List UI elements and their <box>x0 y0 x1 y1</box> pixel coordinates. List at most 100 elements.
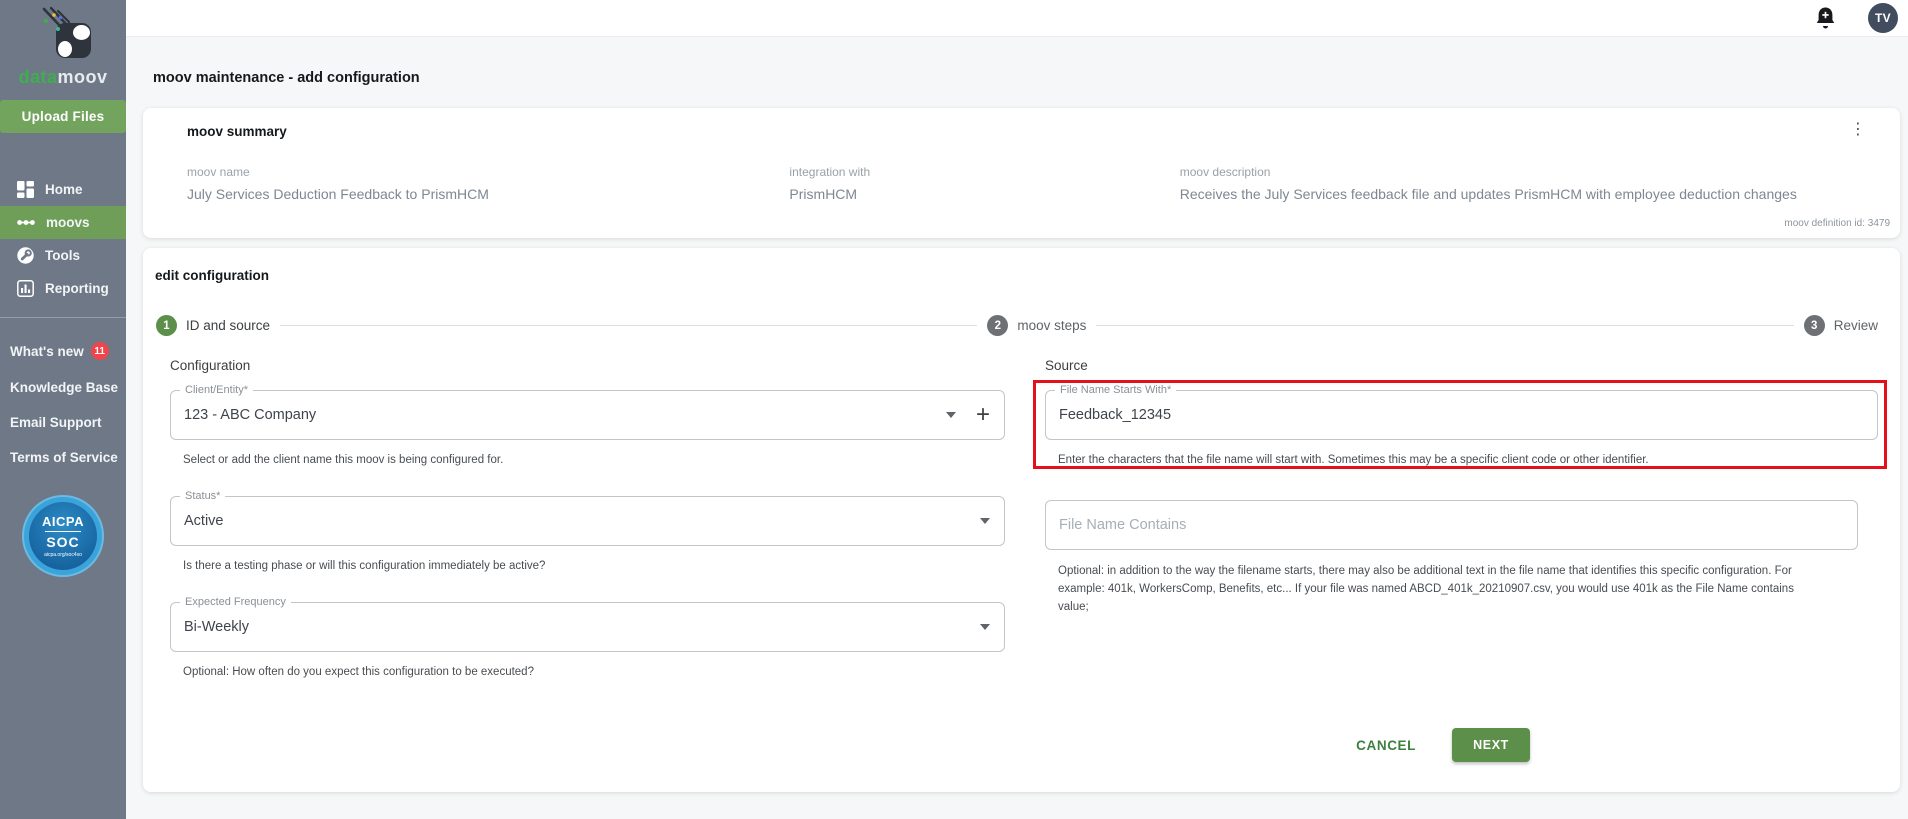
soc-badge-rule <box>45 531 81 532</box>
dropdown-caret-icon[interactable] <box>980 518 990 524</box>
sidebar: datamoov Upload Files Home moovs <box>0 0 126 819</box>
cancel-button[interactable]: CANCEL <box>1356 738 1416 753</box>
whats-new-count-badge: 11 <box>91 342 109 360</box>
link-label: What's new <box>10 344 84 359</box>
step-moov-steps[interactable]: 2 moov steps <box>987 315 1086 336</box>
stepper-connector <box>280 325 977 327</box>
client-entity-field[interactable]: Client/Entity* + <box>170 390 1005 440</box>
wizard-actions: CANCEL NEXT <box>1356 728 1530 762</box>
configuration-heading: Configuration <box>170 358 1005 373</box>
sidebar-item-moovs[interactable]: moovs <box>0 206 126 239</box>
link-whats-new[interactable]: What's new 11 <box>0 332 126 370</box>
wordmark-moov: moov <box>58 67 108 87</box>
step-label: Review <box>1834 318 1878 333</box>
app-logo: datamoov <box>0 0 126 87</box>
step-number: 3 <box>1804 315 1825 336</box>
expected-frequency-helper: Optional: How often do you expect this c… <box>183 664 1005 680</box>
home-grid-icon <box>17 181 34 198</box>
file-name-contains-group: Optional: in addition to the way the fil… <box>1045 500 1878 616</box>
sidebar-item-label: Reporting <box>45 281 109 296</box>
summary-field-label: moov description <box>1180 165 1884 179</box>
file-name-starts-with-group: File Name Starts With* Enter the charact… <box>1045 390 1878 468</box>
add-client-button[interactable]: + <box>976 403 990 427</box>
file-name-starts-with-helper: Enter the characters that the file name … <box>1058 452 1878 468</box>
sidebar-item-label: Home <box>45 182 83 197</box>
wordmark: datamoov <box>0 67 126 87</box>
summary-field-moov-description: moov description Receives the July Servi… <box>1180 165 1884 202</box>
page-title: moov maintenance - add configuration <box>153 70 1900 86</box>
step-review[interactable]: 3 Review <box>1804 315 1878 336</box>
reporting-chart-icon <box>17 280 34 297</box>
status-helper: Is there a testing phase or will this co… <box>183 558 1005 574</box>
status-input[interactable] <box>184 513 970 529</box>
summary-field-grid: moov name July Services Deduction Feedba… <box>187 165 1884 202</box>
aicpa-soc-badge-inner: AICPA SOC aicpa.org/soc4so <box>29 502 97 570</box>
step-label: moov steps <box>1017 318 1086 333</box>
moov-summary-card: moov summary ⋮ moov name July Services D… <box>143 108 1900 238</box>
main-area: TV moov maintenance - add configuration … <box>126 0 1908 819</box>
sidebar-item-label: moovs <box>46 215 90 230</box>
file-name-starts-with-field[interactable]: File Name Starts With* <box>1045 390 1878 440</box>
link-terms-of-service[interactable]: Terms of Service <box>0 440 126 475</box>
step-number: 1 <box>156 315 177 336</box>
topbar: TV <box>126 0 1908 37</box>
link-label: Terms of Service <box>10 450 118 465</box>
client-entity-group: Client/Entity* + Select or add the clien… <box>170 390 1005 468</box>
aicpa-soc-badge[interactable]: AICPA SOC aicpa.org/soc4so <box>22 495 104 577</box>
link-knowledge-base[interactable]: Knowledge Base <box>0 370 126 405</box>
moovs-dots-icon <box>17 214 35 231</box>
file-name-contains-helper: Optional: in addition to the way the fil… <box>1058 562 1823 616</box>
soc-badge-subtitle: SOC <box>46 534 79 550</box>
link-label: Knowledge Base <box>10 380 118 395</box>
page-content: moov maintenance - add configuration moo… <box>126 37 1908 819</box>
summary-card-title: moov summary <box>187 124 1884 139</box>
datamoov-logo-icon <box>32 6 94 62</box>
step-id-and-source[interactable]: 1 ID and source <box>156 315 270 336</box>
kebab-menu-icon[interactable]: ⋮ <box>1850 122 1866 138</box>
sidebar-item-home[interactable]: Home <box>0 173 126 206</box>
sidebar-item-label: Tools <box>45 248 80 263</box>
expected-frequency-group: Expected Frequency Optional: How often d… <box>170 602 1005 680</box>
dropdown-caret-icon[interactable] <box>946 412 956 418</box>
sidebar-nav: Home moovs Tools <box>0 173 126 305</box>
link-label: Email Support <box>10 415 102 430</box>
summary-field-value: July Services Deduction Feedback to Pris… <box>187 186 789 202</box>
summary-field-moov-name: moov name July Services Deduction Feedba… <box>187 165 789 202</box>
expected-frequency-label: Expected Frequency <box>180 596 291 608</box>
sidebar-item-reporting[interactable]: Reporting <box>0 272 126 305</box>
summary-field-value: PrismHCM <box>789 186 1179 202</box>
edit-configuration-card: edit configuration 1 ID and source 2 moo… <box>143 248 1900 792</box>
tools-wrench-icon <box>17 247 34 264</box>
expected-frequency-input[interactable] <box>184 619 970 635</box>
wizard-stepper: 1 ID and source 2 moov steps 3 Review <box>156 315 1878 336</box>
next-button[interactable]: NEXT <box>1452 728 1530 762</box>
source-column: Source File Name Starts With* Enter the … <box>1045 358 1882 708</box>
sidebar-item-tools[interactable]: Tools <box>0 239 126 272</box>
status-group: Status* Is there a testing phase or will… <box>170 496 1005 574</box>
notification-bell-add-icon <box>1815 6 1836 30</box>
wizard-form: Configuration Client/Entity* + Select or… <box>170 358 1882 708</box>
status-label: Status* <box>180 490 225 502</box>
sidebar-divider <box>0 317 126 318</box>
file-name-starts-with-input[interactable] <box>1059 407 1863 423</box>
file-name-contains-input[interactable] <box>1059 517 1843 533</box>
moov-definition-id: moov definition id: 3479 <box>1784 218 1890 229</box>
summary-field-value: Receives the July Services feedback file… <box>1180 186 1884 202</box>
wordmark-data: data <box>18 67 57 87</box>
edit-card-title: edit configuration <box>155 268 1900 283</box>
client-entity-input[interactable] <box>184 407 936 423</box>
summary-field-integration-with: integration with PrismHCM <box>789 165 1179 202</box>
sidebar-links: What's new 11 Knowledge Base Email Suppo… <box>0 332 126 475</box>
status-field[interactable]: Status* <box>170 496 1005 546</box>
summary-field-label: moov name <box>187 165 789 179</box>
upload-files-button[interactable]: Upload Files <box>0 100 126 133</box>
user-avatar[interactable]: TV <box>1868 3 1898 33</box>
expected-frequency-field[interactable]: Expected Frequency <box>170 602 1005 652</box>
source-heading: Source <box>1045 358 1878 373</box>
file-name-contains-field[interactable] <box>1045 500 1858 550</box>
soc-badge-title: AICPA <box>42 514 84 529</box>
notifications-button[interactable] <box>1815 6 1836 30</box>
dropdown-caret-icon[interactable] <box>980 624 990 630</box>
link-email-support[interactable]: Email Support <box>0 405 126 440</box>
soc-badge-url: aicpa.org/soc4so <box>44 552 82 558</box>
